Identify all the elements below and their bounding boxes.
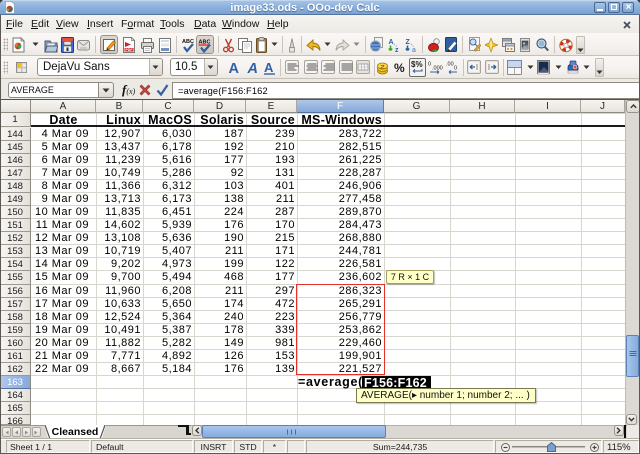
- svg-text:0: 0: [454, 66, 457, 72]
- svg-text:A: A: [229, 61, 240, 75]
- svg-text:a: a: [412, 47, 416, 53]
- svg-text:0: 0: [428, 62, 431, 68]
- svg-text:Z: Z: [406, 39, 411, 46]
- svg-text:A: A: [264, 60, 274, 75]
- svg-text:%: %: [394, 61, 405, 74]
- svg-text:z: z: [395, 47, 399, 53]
- svg-text:A: A: [247, 61, 258, 75]
- svg-text:PDF: PDF: [125, 48, 133, 52]
- svg-text:.00: .00: [446, 62, 454, 68]
- svg-text:$%: $%: [411, 60, 423, 69]
- svg-text:A: A: [389, 39, 394, 46]
